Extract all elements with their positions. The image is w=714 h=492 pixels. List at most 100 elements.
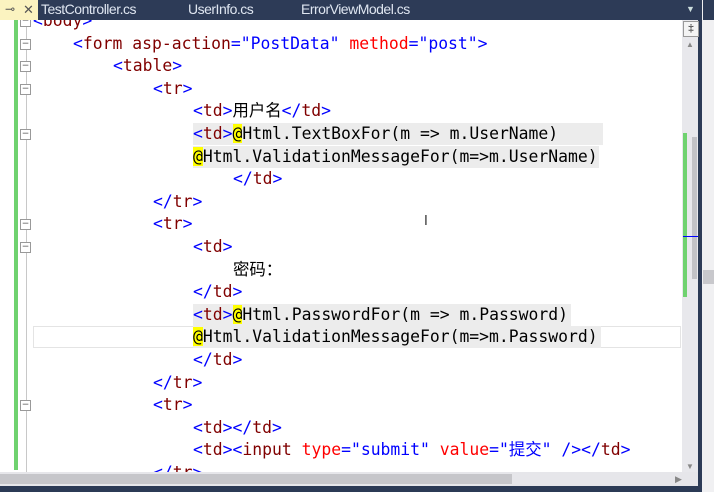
code-line: <tr>	[153, 78, 193, 100]
vertical-scroll-thumb[interactable]	[692, 137, 697, 279]
code-token: >	[620, 440, 631, 460]
code-line: <form asp-action="PostData" method="post…	[73, 33, 488, 55]
code-token: <	[193, 124, 203, 143]
code-token: method	[349, 33, 409, 53]
code-token: @	[193, 327, 203, 347]
code-token: ></	[222, 417, 253, 437]
split-icon[interactable]: ‡	[683, 21, 699, 37]
caret-position-marker	[683, 236, 698, 237]
code-token: >	[271, 417, 282, 437]
code-token: input	[242, 440, 292, 460]
close-icon[interactable]: ✕	[23, 2, 34, 18]
code-token: Html.ValidationMessageFor(m=>m.Password)	[202, 327, 598, 347]
horizontal-scroll-thumb[interactable]	[0, 474, 512, 484]
code-token: <	[193, 101, 203, 121]
code-token: </	[193, 350, 213, 369]
code-token: >	[477, 33, 488, 53]
side-panel-header	[703, 0, 714, 20]
code-token: value	[439, 440, 490, 460]
change-indicator	[683, 133, 687, 297]
code-line: </tr>	[153, 191, 202, 213]
code-token: td	[252, 169, 273, 189]
code-token: td	[202, 101, 223, 121]
code-token: tr	[162, 395, 183, 415]
code-token: td	[600, 440, 621, 460]
collapse-icon[interactable]: −	[20, 242, 31, 253]
code-token: @	[232, 304, 243, 324]
collapse-icon[interactable]: −	[20, 38, 31, 50]
code-token: >	[192, 191, 203, 211]
collapse-icon[interactable]: −	[20, 83, 31, 95]
code-line: </tr>	[153, 372, 202, 394]
tab-userinfo[interactable]: UserInfo.cs	[188, 1, 254, 17]
code-token: </	[193, 282, 213, 302]
code-token: <	[73, 33, 83, 53]
code-token: Html.TextBoxFor(m => m.UserName)	[242, 124, 559, 143]
code-line: </td>	[193, 349, 242, 371]
scroll-down-icon[interactable]: ▼	[686, 462, 694, 471]
code-line: @Html.ValidationMessageFor(m=>m.Password…	[193, 326, 598, 348]
code-token: >	[232, 282, 243, 302]
code-token: td	[301, 101, 322, 121]
code-line: </td>	[193, 281, 242, 303]
scroll-right-icon[interactable]: ▶	[675, 474, 682, 485]
code-line: </td>	[233, 168, 282, 190]
code-token: >	[321, 101, 332, 121]
code-token: </	[233, 169, 253, 189]
code-token: <	[193, 237, 203, 256]
code-token: "提交"	[499, 440, 552, 460]
code-line: <tr>	[153, 394, 193, 416]
code-token: Html.PasswordFor(m => m.Password)	[242, 304, 569, 324]
tab-errorviewmodel[interactable]: ErrorViewModel.cs	[301, 1, 410, 17]
code-line: <td></td>	[193, 417, 282, 439]
code-token: <	[153, 214, 163, 234]
code-token: >	[192, 372, 203, 392]
code-token: @	[232, 124, 243, 143]
code-token: td	[202, 417, 223, 437]
code-token: tr	[162, 78, 183, 98]
change-margin	[14, 20, 18, 470]
tab-testcontroller[interactable]: TestController.cs	[41, 1, 136, 17]
code-token: type	[301, 440, 342, 460]
code-token: tr	[173, 463, 193, 472]
collapse-icon[interactable]: −	[20, 129, 31, 140]
scroll-up-icon[interactable]: ▲	[686, 40, 694, 49]
side-panel-scroll[interactable]	[703, 270, 714, 284]
code-token: </	[153, 463, 173, 472]
collapse-icon[interactable]: −	[20, 20, 31, 27]
chevron-down-icon[interactable]: ▼	[686, 4, 695, 14]
code-token: ><	[222, 440, 243, 460]
code-token: /></	[561, 440, 601, 460]
document-tab-bar: ⊸ ✕ TestController.cs UserInfo.cs ErrorV…	[0, 0, 700, 20]
collapse-icon[interactable]: −	[20, 61, 31, 73]
code-token: table	[122, 56, 173, 76]
collapse-icon[interactable]: −	[20, 219, 31, 231]
code-token: Html.ValidationMessageFor(m=>m.UserName)	[202, 146, 598, 166]
code-token: </	[281, 101, 302, 121]
code-line: @Html.ValidationMessageFor(m=>m.UserName…	[193, 146, 598, 168]
text-cursor-icon: I	[424, 214, 428, 229]
code-token: <	[33, 20, 43, 30]
code-line: 密码：	[233, 259, 282, 281]
side-panel	[700, 0, 714, 492]
code-editor[interactable]: − <body> − <form asp-action="PostData" meth…	[0, 20, 682, 472]
pin-icon[interactable]: ⊸	[5, 2, 15, 16]
collapse-icon[interactable]: −	[20, 400, 31, 412]
code-line: <td>	[193, 236, 233, 258]
code-token: >	[222, 237, 233, 256]
code-token: asp-action	[132, 33, 231, 53]
code-token: <	[193, 440, 203, 460]
code-token: >	[193, 463, 203, 472]
code-token: body	[42, 20, 83, 30]
code-token: >	[272, 169, 283, 189]
code-token: 用户名	[232, 101, 282, 121]
code-line: <table>	[113, 55, 182, 77]
code-token: td	[252, 417, 272, 437]
code-token: >	[222, 101, 233, 121]
code-token: <	[193, 417, 203, 437]
code-token: =	[489, 440, 499, 460]
